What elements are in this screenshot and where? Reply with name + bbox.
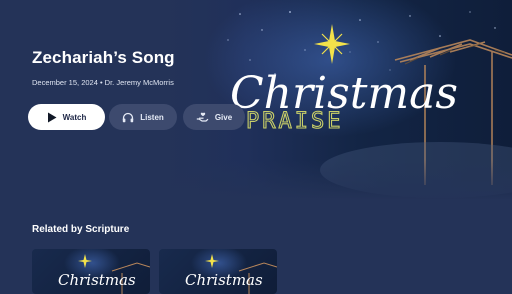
watch-button[interactable]: Watch: [28, 104, 105, 130]
related-item-2-artwork: Christmas: [185, 254, 277, 294]
hero-artwork: Christmas PRAISE: [0, 0, 512, 200]
related-item-2[interactable]: Christmas: [159, 249, 277, 294]
watch-button-label: Watch: [62, 112, 87, 122]
listen-button[interactable]: Listen: [109, 104, 177, 130]
give-button[interactable]: Give: [183, 104, 245, 130]
give-button-label: Give: [214, 112, 233, 122]
artwork-title-praise: PRAISE: [246, 109, 343, 134]
hero-fade: [0, 160, 512, 200]
page-title: Zechariah’s Song: [32, 48, 175, 67]
related-item-1-artwork: Christmas: [58, 254, 150, 294]
related-section-heading: Related by Scripture: [32, 224, 130, 235]
related-item-1[interactable]: Christmas: [32, 249, 150, 294]
give-hand-icon: [196, 112, 209, 123]
headphones-icon: [122, 112, 134, 123]
episode-meta: December 15, 2024 • Dr. Jeremy McMorris: [32, 78, 174, 87]
related-item-2-title: Christmas: [185, 271, 263, 289]
listen-button-label: Listen: [140, 112, 164, 122]
related-item-1-title: Christmas: [58, 271, 136, 289]
play-icon: [47, 112, 57, 123]
